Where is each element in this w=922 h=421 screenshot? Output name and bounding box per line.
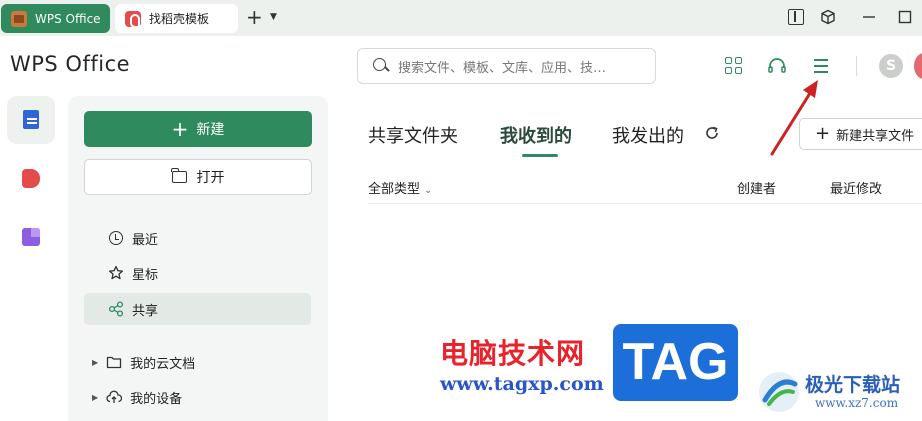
refresh-icon[interactable] bbox=[704, 125, 720, 141]
cube-icon[interactable] bbox=[820, 9, 836, 25]
tree-item-label: 我的设备 bbox=[130, 391, 183, 407]
watermark-download-site: 极光下载站 bbox=[805, 374, 901, 396]
tab-label: 找稻壳模板 bbox=[149, 12, 210, 26]
watermark-tag-logo: TAG bbox=[613, 324, 738, 401]
watermark-url: www.tagxp.com bbox=[440, 373, 604, 395]
docer-icon bbox=[125, 10, 141, 28]
type-filter-dropdown[interactable]: 全部类型 ⌄ bbox=[368, 178, 432, 197]
watermark-download-url: www.xz7.com bbox=[815, 396, 899, 410]
documents-app-icon[interactable] bbox=[7, 96, 55, 144]
tree-item-cloud-docs[interactable]: ▶ 我的云文档 bbox=[92, 350, 195, 374]
open-label: 打开 bbox=[196, 170, 225, 186]
share-icon bbox=[108, 301, 124, 317]
header-divider bbox=[856, 56, 857, 76]
new-shared-label: 新建共享文件 bbox=[836, 128, 915, 144]
filter-label: 全部类型 bbox=[368, 182, 421, 197]
wps-logo: WPS Office bbox=[10, 52, 131, 76]
new-label: 新建 bbox=[196, 122, 225, 138]
search-icon bbox=[372, 57, 390, 75]
column-header-last-modified[interactable]: 最近修改 bbox=[830, 178, 882, 197]
aurora-logo-icon bbox=[759, 372, 799, 412]
minimize-icon[interactable] bbox=[861, 9, 877, 25]
title-bar: WPS Office 找稻壳模板 + ▼ bbox=[0, 0, 922, 36]
reading-mode-icon[interactable] bbox=[788, 9, 804, 25]
folder-icon bbox=[106, 355, 122, 369]
table-header-divider bbox=[368, 203, 922, 204]
tab-shared-folders[interactable]: 共享文件夹 bbox=[368, 122, 458, 148]
star-icon bbox=[108, 265, 124, 281]
active-tab-indicator bbox=[522, 154, 558, 157]
wps-home-icon bbox=[11, 10, 27, 27]
docer-app-icon[interactable] bbox=[7, 155, 55, 203]
search-placeholder: 搜索文件、模板、文库、应用、技… bbox=[398, 60, 607, 76]
skin-icon[interactable]: S bbox=[879, 54, 903, 78]
sidebar-item-starred[interactable]: 星标 bbox=[84, 257, 311, 289]
sidebar-item-label: 最近 bbox=[132, 232, 159, 248]
sidebar-item-label: 共享 bbox=[132, 303, 159, 319]
expand-triangle-icon[interactable]: ▶ bbox=[92, 358, 98, 367]
annotation-arrow bbox=[770, 80, 818, 156]
open-button[interactable]: 打开 bbox=[84, 159, 312, 195]
tab-sent[interactable]: 我发出的 bbox=[612, 122, 684, 148]
tree-item-label: 我的云文档 bbox=[130, 356, 196, 372]
tab-received[interactable]: 我收到的 bbox=[500, 122, 572, 148]
search-input[interactable]: 搜索文件、模板、文库、应用、技… bbox=[357, 48, 656, 84]
avatar[interactable] bbox=[914, 53, 922, 79]
sidebar-item-shared[interactable]: 共享 bbox=[84, 293, 311, 325]
sidebar-item-recent[interactable]: 最近 bbox=[84, 222, 311, 254]
clock-icon bbox=[108, 230, 124, 246]
cloud-upload-icon bbox=[106, 390, 123, 404]
expand-triangle-icon[interactable]: ▶ bbox=[92, 393, 98, 402]
tab-wps-office[interactable]: WPS Office bbox=[1, 4, 110, 33]
folder-open-icon bbox=[171, 168, 187, 183]
sidebar-item-label: 星标 bbox=[132, 267, 159, 283]
chevron-down-icon[interactable]: ▼ bbox=[270, 12, 277, 22]
apps-center-icon[interactable] bbox=[7, 214, 55, 262]
column-header-creator[interactable]: 创建者 bbox=[737, 178, 776, 197]
tab-label: WPS Office bbox=[35, 11, 101, 26]
chevron-down-icon: ⌄ bbox=[424, 185, 433, 196]
plus-icon: + bbox=[171, 117, 189, 141]
maximize-icon[interactable] bbox=[897, 9, 913, 25]
apps-grid-icon[interactable] bbox=[724, 56, 744, 76]
tree-item-my-devices[interactable]: ▶ 我的设备 bbox=[92, 385, 182, 409]
watermark-site-name: 电脑技术网 bbox=[440, 337, 586, 370]
new-tab-plus-icon[interactable]: + bbox=[246, 7, 263, 27]
new-button[interactable]: + 新建 bbox=[84, 111, 312, 147]
tab-docer-templates[interactable]: 找稻壳模板 bbox=[115, 4, 238, 33]
